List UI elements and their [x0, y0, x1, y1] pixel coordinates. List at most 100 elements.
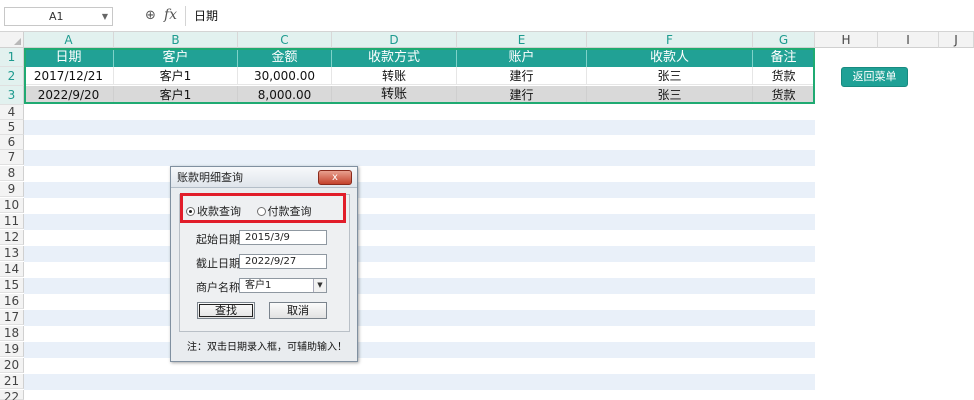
cell-amount[interactable]: 8,000.00: [238, 86, 332, 104]
row-header-4[interactable]: 4: [0, 105, 24, 120]
row-header-10[interactable]: 10: [0, 198, 24, 213]
row-header-2[interactable]: 2: [0, 67, 24, 86]
empty-row[interactable]: [24, 166, 815, 182]
search-button[interactable]: 查找: [197, 302, 255, 319]
return-menu-button[interactable]: 返回菜单: [841, 67, 908, 87]
dialog-title-bar[interactable]: 账款明细查询 x: [171, 167, 357, 188]
start-date-input[interactable]: 2015/3/9: [239, 230, 327, 245]
empty-row[interactable]: [24, 342, 815, 358]
column-header-d[interactable]: D: [332, 32, 457, 48]
cell-account[interactable]: 建行: [457, 67, 587, 85]
row-header-13[interactable]: 13: [0, 246, 24, 261]
dialog-note: 注：双击日期录入框，可辅助输入！: [187, 342, 347, 353]
close-button[interactable]: x: [318, 170, 352, 185]
end-date-input[interactable]: 2022/9/27: [239, 254, 327, 269]
cell-payee[interactable]: 张三: [587, 86, 753, 104]
empty-row[interactable]: [24, 262, 815, 278]
header-date[interactable]: 日期: [24, 49, 114, 67]
radio-pay-label[interactable]: 付款查询: [268, 205, 312, 218]
empty-row[interactable]: [24, 326, 815, 342]
empty-row[interactable]: [24, 105, 815, 120]
radio-receive-label[interactable]: 收款查询: [197, 205, 241, 218]
empty-row[interactable]: [24, 182, 815, 198]
cell-payment-method[interactable]: 转账: [332, 67, 457, 85]
merchant-label: 商户名称: [196, 281, 240, 294]
column-header-e[interactable]: E: [457, 32, 587, 48]
row-header-21[interactable]: 21: [0, 374, 24, 389]
header-amount[interactable]: 金额: [238, 49, 332, 67]
row-header-3[interactable]: 3: [0, 86, 24, 105]
cell-amount[interactable]: 30,000.00: [238, 67, 332, 85]
formula-input[interactable]: 日期: [185, 6, 974, 26]
merchant-value: 客户1: [245, 280, 272, 291]
empty-row[interactable]: [24, 120, 815, 135]
row-header-5[interactable]: 5: [0, 120, 24, 135]
empty-row[interactable]: [24, 198, 815, 214]
cancel-button[interactable]: 取消: [269, 302, 327, 319]
cell-customer[interactable]: 客户1: [114, 67, 238, 85]
row-header-19[interactable]: 19: [0, 342, 24, 357]
empty-row[interactable]: [24, 374, 815, 390]
header-payee[interactable]: 收款人: [587, 49, 753, 67]
row-header-1[interactable]: 1: [0, 48, 24, 67]
row-header-11[interactable]: 11: [0, 214, 24, 229]
select-all-corner[interactable]: [0, 32, 24, 48]
cell-date[interactable]: 2017/12/21: [24, 67, 114, 85]
empty-row[interactable]: [24, 246, 815, 262]
radio-pay[interactable]: 付款查询: [256, 205, 312, 218]
empty-row[interactable]: [24, 390, 815, 400]
empty-row[interactable]: [24, 310, 815, 326]
row-header-18[interactable]: 18: [0, 326, 24, 341]
close-icon: x: [332, 172, 338, 183]
cell-payment-method[interactable]: 转账: [332, 86, 457, 104]
header-payment-method[interactable]: 收款方式: [332, 49, 457, 67]
chevron-down-icon[interactable]: ▼: [313, 279, 326, 292]
empty-row[interactable]: [24, 278, 815, 294]
row-header-9[interactable]: 9: [0, 182, 24, 197]
column-header-b[interactable]: B: [114, 32, 238, 48]
chevron-down-icon[interactable]: ▼: [102, 8, 108, 25]
empty-row[interactable]: [24, 294, 815, 310]
radio-receive[interactable]: 收款查询: [186, 205, 241, 218]
empty-row[interactable]: [24, 358, 815, 374]
merchant-combobox[interactable]: 客户1 ▼: [239, 278, 327, 293]
column-header-a[interactable]: A: [24, 32, 114, 48]
row-header-12[interactable]: 12: [0, 230, 24, 245]
cell-customer[interactable]: 客户1: [114, 86, 238, 104]
cell-remark[interactable]: 货款: [753, 86, 815, 104]
dialog-body: 收款查询 付款查询 起始日期 2015/3/9 截止日期 2022/9/27 商…: [179, 194, 350, 332]
row-header-8[interactable]: 8: [0, 166, 24, 181]
column-header-j[interactable]: J: [939, 32, 974, 48]
column-header-i[interactable]: I: [878, 32, 939, 48]
row-header-7[interactable]: 7: [0, 150, 24, 165]
empty-row[interactable]: [24, 135, 815, 150]
column-header-c[interactable]: C: [238, 32, 332, 48]
row-header-17[interactable]: 17: [0, 310, 24, 325]
column-header-h[interactable]: H: [815, 32, 878, 48]
row-header-14[interactable]: 14: [0, 262, 24, 277]
cell-remark[interactable]: 货款: [753, 67, 815, 85]
column-header-g[interactable]: G: [753, 32, 815, 48]
row-header-15[interactable]: 15: [0, 278, 24, 293]
end-date-label: 截止日期: [196, 257, 240, 270]
column-header-f[interactable]: F: [587, 32, 753, 48]
cell-date[interactable]: 2022/9/20: [24, 86, 114, 104]
zoom-icon[interactable]: ⊕: [145, 8, 156, 23]
header-account[interactable]: 账户: [457, 49, 587, 67]
start-date-label: 起始日期: [196, 233, 240, 246]
empty-row[interactable]: [24, 150, 815, 166]
radio-selected-icon[interactable]: [186, 207, 195, 216]
radio-unselected-icon[interactable]: [256, 207, 266, 216]
empty-row[interactable]: [24, 214, 815, 230]
cell-account[interactable]: 建行: [457, 86, 587, 104]
formula-bar: A1 ▼ ⊕ fx 日期: [0, 0, 974, 32]
row-header-16[interactable]: 16: [0, 294, 24, 309]
row-header-6[interactable]: 6: [0, 135, 24, 150]
cell-payee[interactable]: 张三: [587, 67, 753, 85]
row-header-20[interactable]: 20: [0, 358, 24, 373]
empty-row[interactable]: [24, 230, 815, 246]
name-box[interactable]: A1 ▼: [4, 7, 113, 26]
header-customer[interactable]: 客户: [114, 49, 238, 67]
row-header-22[interactable]: 22: [0, 390, 24, 400]
header-remark[interactable]: 备注: [753, 49, 815, 67]
